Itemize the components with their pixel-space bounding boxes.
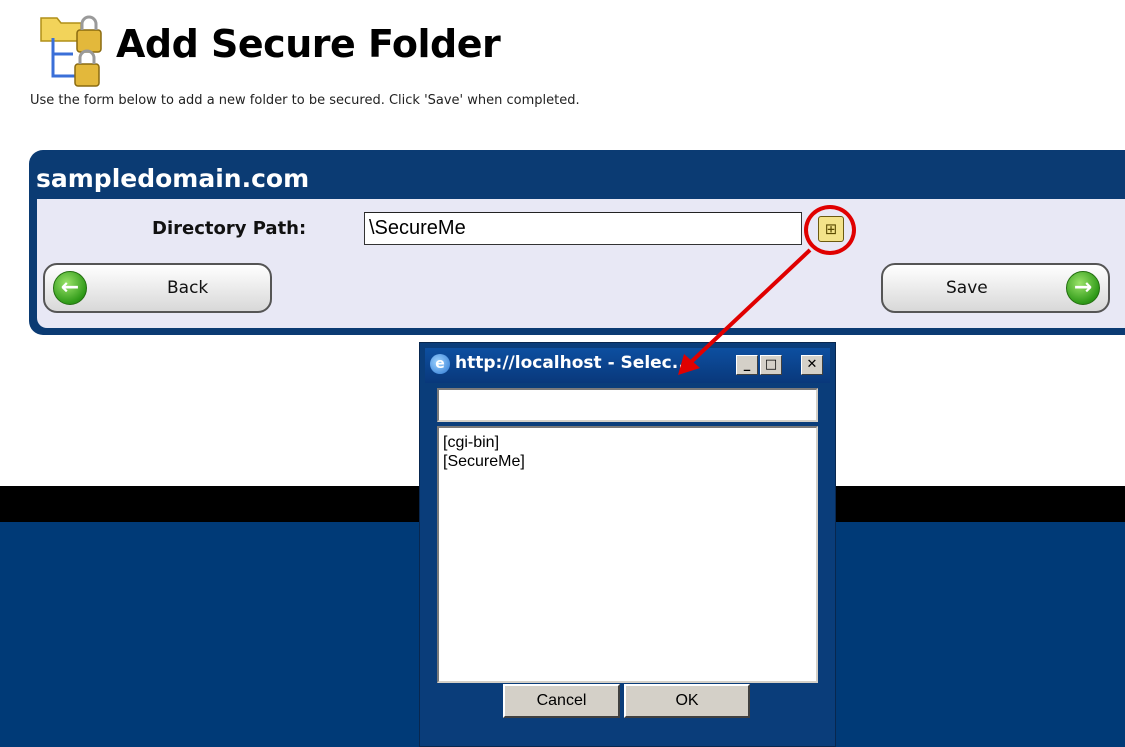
save-button-label: Save — [946, 278, 988, 298]
cancel-button[interactable]: Cancel — [503, 684, 620, 718]
secure-folder-icon — [40, 15, 102, 87]
maximize-icon: □ — [764, 357, 778, 372]
minimize-icon: _ — [743, 357, 751, 372]
back-button-label: Back — [167, 278, 209, 298]
folder-name-input[interactable] — [437, 388, 818, 422]
page-title: Add Secure Folder — [116, 22, 501, 66]
domain-label: sampledomain.com — [36, 164, 310, 193]
folder-list[interactable]: [cgi-bin] [SecureMe] — [437, 426, 818, 683]
save-button[interactable]: Save → — [881, 263, 1110, 313]
highlight-circle — [804, 205, 856, 255]
close-icon: ✕ — [806, 357, 818, 372]
list-item[interactable]: [cgi-bin] — [443, 433, 812, 452]
directory-path-input[interactable] — [364, 212, 802, 245]
popup-title: http://localhost - Selec... — [455, 353, 692, 373]
minimize-button[interactable]: _ — [736, 355, 758, 375]
browser-icon: e — [430, 354, 450, 374]
page-description: Use the form below to add a new folder t… — [30, 93, 580, 108]
arrow-left-icon: ← — [53, 271, 87, 305]
directory-path-label: Directory Path: — [152, 218, 307, 239]
close-button[interactable]: ✕ — [801, 355, 823, 375]
list-item[interactable]: [SecureMe] — [443, 452, 812, 471]
maximize-button[interactable]: □ — [760, 355, 782, 375]
back-button[interactable]: ← Back — [43, 263, 272, 313]
ok-button[interactable]: OK — [624, 684, 750, 718]
arrow-right-icon: → — [1066, 271, 1100, 305]
